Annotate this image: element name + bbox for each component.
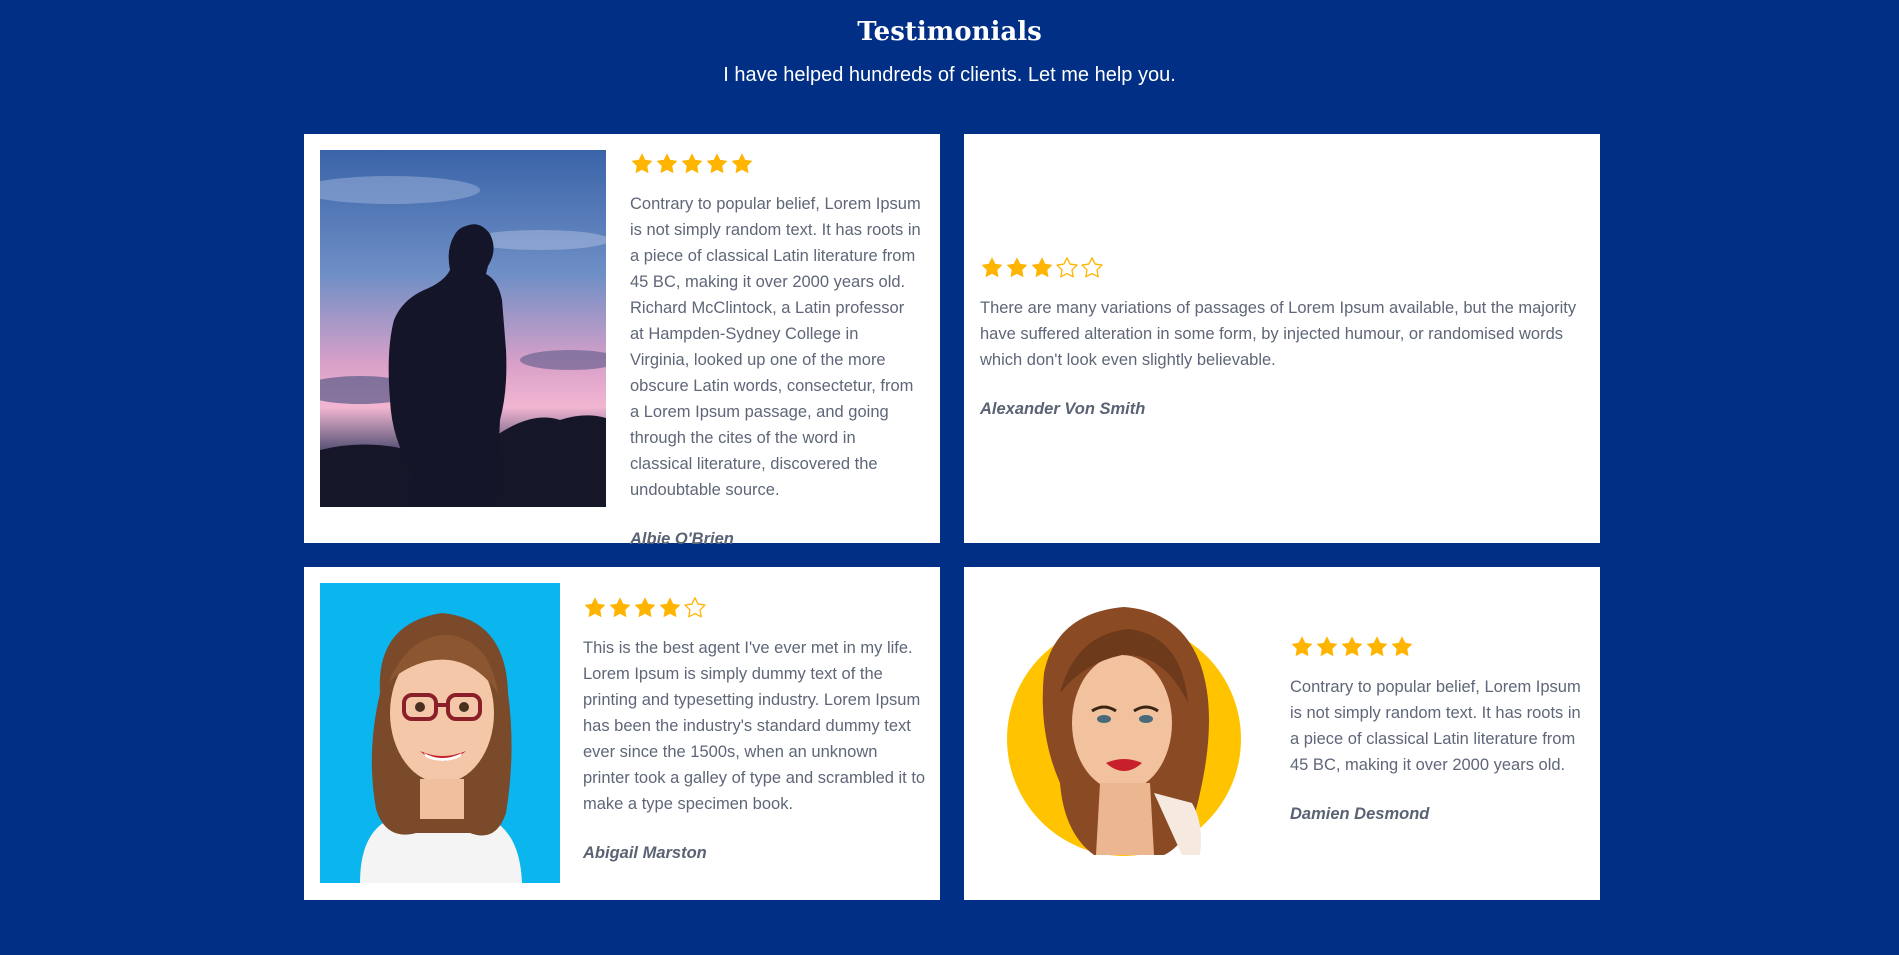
client-photo <box>320 150 606 507</box>
woman-portrait-circle-illustration <box>1007 607 1241 856</box>
star-filled-icon <box>1291 636 1313 657</box>
testimonial-card: This is the best agent I've ever met in … <box>304 567 940 900</box>
star-filled-icon <box>656 153 678 174</box>
star-filled-icon <box>1341 636 1363 657</box>
silhouette-at-sunset-photo <box>320 150 606 507</box>
star-filled-icon <box>981 257 1003 278</box>
star-filled-icon <box>1316 636 1338 657</box>
testimonial-quote: Contrary to popular belief, Lorem Ipsum … <box>630 195 921 499</box>
testimonial-author: Alexander Von Smith <box>980 400 1146 418</box>
testimonial-author: Damien Desmond <box>1290 805 1430 823</box>
section-subtitle: I have helped hundreds of clients. Let m… <box>723 64 1176 86</box>
star-filled-icon <box>1391 636 1413 657</box>
testimonial-author: Albie O'Brien <box>630 530 734 548</box>
star-rating <box>1290 633 1584 661</box>
star-filled-icon <box>631 153 653 174</box>
testimonial-quote: There are many variations of passages of… <box>980 299 1577 369</box>
star-outline-icon <box>1056 257 1078 278</box>
testimonial-card: There are many variations of passages of… <box>964 134 1600 543</box>
star-filled-icon <box>706 153 728 174</box>
star-filled-icon <box>659 597 681 618</box>
star-filled-icon <box>1006 257 1028 278</box>
testimonial-quote: Contrary to popular belief, Lorem Ipsum … <box>1290 678 1581 774</box>
star-filled-icon <box>681 153 703 174</box>
star-filled-icon <box>1366 636 1388 657</box>
star-filled-icon <box>584 597 606 618</box>
star-outline-icon <box>684 597 706 618</box>
star-filled-icon <box>1031 257 1053 278</box>
star-filled-icon <box>609 597 631 618</box>
section-title: Testimonials <box>857 17 1042 47</box>
star-rating <box>630 150 922 178</box>
testimonial-author: Abigail Marston <box>583 844 707 862</box>
star-outline-icon <box>1081 257 1103 278</box>
client-photo <box>1004 593 1244 863</box>
star-filled-icon <box>634 597 656 618</box>
testimonial-card: Contrary to popular belief, Lorem Ipsum … <box>964 567 1600 900</box>
star-rating <box>980 254 1584 282</box>
woman-with-glasses-illustration <box>320 583 560 883</box>
testimonial-quote: This is the best agent I've ever met in … <box>583 639 926 813</box>
star-filled-icon <box>731 153 753 174</box>
testimonial-card: Contrary to popular belief, Lorem Ipsum … <box>304 134 940 548</box>
client-photo <box>320 583 560 883</box>
star-rating <box>583 594 927 622</box>
